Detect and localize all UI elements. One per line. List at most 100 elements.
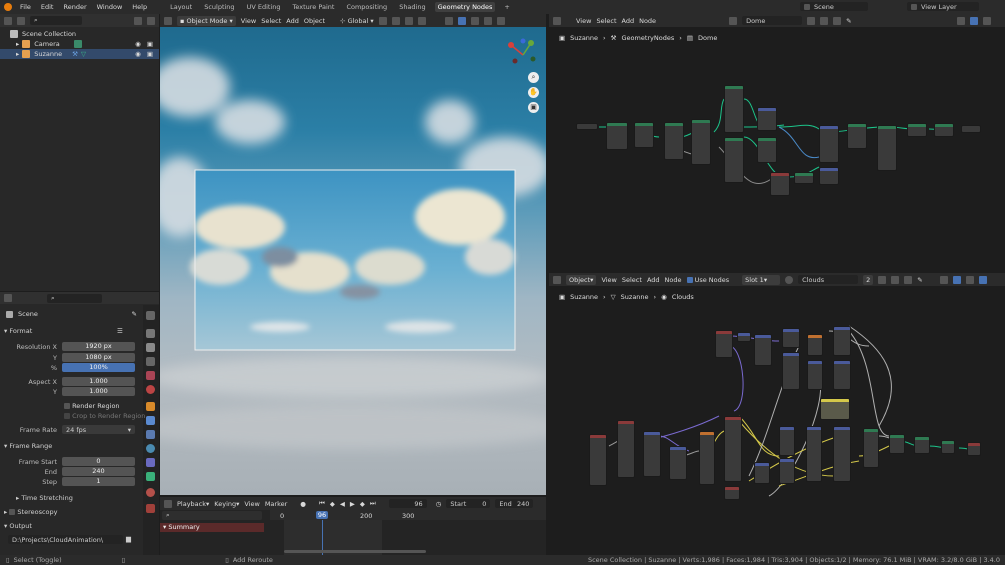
tab-geometry-nodes[interactable]: Geometry Nodes — [434, 2, 496, 12]
node-a5[interactable] — [724, 85, 744, 133]
presets-list-icon[interactable]: ☰ — [117, 327, 123, 335]
play-icon[interactable]: ▶ — [350, 500, 355, 508]
material-tab-icon[interactable] — [146, 488, 155, 497]
overlay-icon[interactable] — [956, 16, 965, 25]
node-a6[interactable] — [724, 137, 744, 183]
pan-hand-icon[interactable]: ✋ — [528, 87, 539, 98]
editor-type-icon[interactable] — [553, 16, 561, 25]
node-menu-select[interactable]: Select — [622, 276, 642, 284]
outliner-row-collection[interactable]: Scene Collection — [0, 29, 159, 39]
node-b13[interactable] — [643, 431, 661, 477]
physics-tab-icon[interactable] — [146, 444, 155, 453]
render-tab-icon[interactable] — [146, 329, 155, 338]
node-b24[interactable] — [889, 434, 905, 454]
node-b26[interactable] — [941, 440, 955, 454]
display-mode-icon[interactable] — [17, 16, 25, 25]
node-b8[interactable] — [833, 326, 851, 356]
editor-type-icon[interactable] — [164, 16, 172, 25]
add-workspace-button[interactable]: + — [501, 2, 512, 12]
new-collection-icon[interactable] — [147, 16, 155, 25]
modifier-tab-icon[interactable] — [146, 416, 155, 425]
node-tree-type-icon[interactable] — [729, 16, 738, 25]
snap-icon[interactable] — [969, 16, 978, 25]
frame-step-field[interactable]: 1 — [62, 477, 135, 486]
shader-type-select[interactable]: Object▾ — [566, 274, 597, 285]
node-b23[interactable] — [863, 428, 879, 468]
node-b25[interactable] — [914, 436, 930, 454]
start-frame-field[interactable]: Start 0 — [446, 499, 491, 508]
node-b18[interactable] — [754, 462, 770, 484]
end-frame-field[interactable]: End 240 — [495, 499, 534, 508]
timeline-menu-view[interactable]: View — [244, 500, 259, 508]
x-axis-icon[interactable] — [508, 42, 514, 48]
node-a12[interactable] — [819, 167, 839, 185]
slot-select[interactable]: Slot 1▾ — [742, 274, 781, 285]
node-a2[interactable] — [634, 122, 654, 148]
format-panel-header[interactable]: ▾ Format — [4, 327, 32, 335]
timeline-body[interactable]: ⌕ ▾ Summary 0 96 200 300 — [160, 510, 546, 555]
menu-edit[interactable]: Edit — [39, 3, 56, 11]
node-b14[interactable] — [669, 446, 687, 480]
snap-icon[interactable] — [391, 16, 400, 25]
material-selector[interactable]: Clouds — [798, 275, 859, 284]
editor-type-icon[interactable] — [553, 275, 561, 284]
node-a8[interactable] — [757, 137, 777, 163]
constraints-tab-icon[interactable] — [146, 458, 155, 467]
falloff-icon[interactable] — [417, 16, 426, 25]
node-b4[interactable] — [782, 328, 800, 348]
overlay-icon[interactable] — [939, 275, 948, 284]
node-menu-node[interactable]: Node — [639, 17, 656, 25]
editor-type-icon[interactable] — [4, 294, 12, 302]
camera-view-icon[interactable]: ▣ — [528, 102, 539, 113]
playhead-frame-badge[interactable]: 96 — [316, 511, 328, 519]
snap-toggle-icon[interactable] — [978, 275, 987, 284]
blender-logo-icon[interactable] — [4, 3, 12, 11]
node-b9[interactable] — [833, 360, 851, 390]
summary-channel[interactable]: ▾ Summary — [160, 523, 264, 532]
pivot-icon[interactable] — [378, 16, 387, 25]
timeline-search-input[interactable]: ⌕ — [162, 511, 262, 520]
node-a1[interactable] — [606, 122, 628, 150]
folder-icon[interactable]: ▆ — [126, 535, 131, 543]
frame-end-field[interactable]: 240 — [62, 467, 135, 476]
node-editor-bottom-canvas[interactable]: ▣ Suzanne › ▽ Suzanne › ◉ Clouds — [549, 286, 1005, 555]
output-tab-icon[interactable] — [146, 343, 155, 352]
tab-layout[interactable]: Layout — [167, 2, 195, 12]
node-b20[interactable] — [779, 458, 795, 484]
mode-select[interactable]: ▪ Object Mode ▾ — [177, 15, 236, 26]
viewport-menu-select[interactable]: Select — [261, 17, 281, 25]
timeline-menu-keying[interactable]: Keying▾ — [214, 500, 239, 508]
menu-render[interactable]: Render — [61, 3, 88, 11]
time-stretching-panel-header[interactable]: ▸ Time Stretching — [16, 494, 73, 502]
gizmo-icon[interactable] — [457, 16, 466, 25]
navigation-gizmo[interactable] — [503, 35, 543, 75]
visibility-eye-icon[interactable]: ◉ — [135, 40, 141, 48]
node-a7[interactable] — [757, 107, 777, 131]
output-path-field[interactable]: D:\Projects\CloudAnimation\ — [8, 535, 123, 544]
output-panel-header[interactable]: ▾ Output — [4, 522, 32, 530]
node-menu-node[interactable]: Node — [665, 276, 682, 284]
properties-search-input[interactable]: ⌕ — [47, 293, 102, 303]
pin-icon[interactable]: ✎ — [132, 310, 137, 318]
node-b19[interactable] — [779, 426, 795, 456]
frame-rate-select[interactable]: 24 fps ▾ — [62, 425, 135, 434]
aspect-x-field[interactable]: 1.000 — [62, 377, 135, 386]
visibility-eye-icon[interactable]: ◉ — [135, 50, 141, 58]
node-b15[interactable] — [699, 431, 715, 485]
pin-icon[interactable]: ✎ — [846, 17, 851, 25]
z-axis-icon[interactable] — [520, 38, 526, 44]
view-layer-tab-icon[interactable] — [146, 357, 155, 366]
node-group-input[interactable] — [576, 123, 598, 130]
user-count-badge[interactable]: 2 — [863, 274, 874, 285]
menu-file[interactable]: File — [18, 3, 33, 11]
node-a11[interactable] — [819, 125, 839, 163]
scene-tab-icon[interactable] — [146, 371, 155, 380]
node-menu-add[interactable]: Add — [647, 276, 660, 284]
node-b12[interactable] — [617, 420, 635, 478]
particles-tab-icon[interactable] — [146, 430, 155, 439]
pin-icon[interactable]: ✎ — [917, 276, 922, 284]
object-tab-icon[interactable] — [146, 402, 155, 411]
node-a15[interactable] — [907, 123, 927, 137]
render-region-checkbox[interactable]: Render Region — [64, 402, 120, 410]
material-icon[interactable] — [785, 275, 794, 284]
